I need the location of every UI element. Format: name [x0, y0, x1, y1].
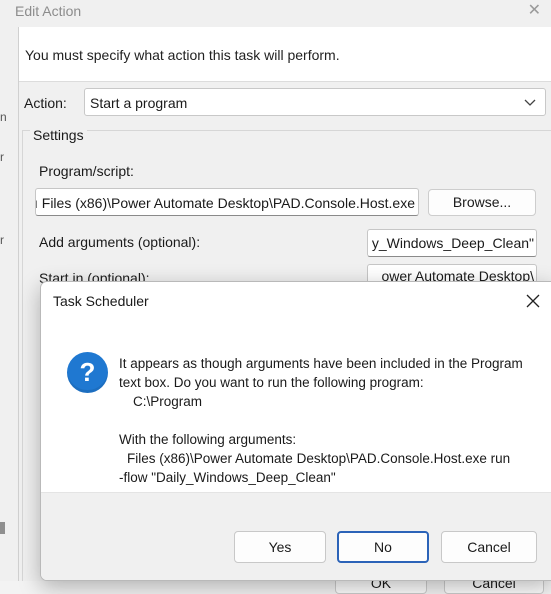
message-line [119, 411, 523, 430]
chevron-down-icon [523, 92, 537, 113]
task-scheduler-dialog: Task Scheduler ? It appears as though ar… [40, 281, 551, 581]
left-edge-strip [0, 522, 5, 534]
edit-action-title: Edit Action [15, 3, 82, 19]
arguments-value: y_Windows_Deep_Clean" [371, 235, 534, 251]
settings-label: Settings [30, 127, 87, 143]
arguments-label: Add arguments (optional): [39, 234, 201, 250]
message-program-path: C:\Program [133, 394, 203, 409]
message-arguments: Files (x86)\Power Automate Desktop\PAD.C… [127, 451, 511, 466]
cancel-button[interactable]: Cancel [441, 531, 537, 563]
action-select[interactable]: Start a program [84, 88, 546, 116]
no-button[interactable]: No [337, 531, 429, 563]
browse-button[interactable]: Browse... [428, 189, 536, 216]
left-edge-mark: r [0, 233, 4, 247]
message-arguments-flow: -flow "Daily_Windows_Deep_Clean" [119, 470, 336, 485]
yes-button[interactable]: Yes [234, 531, 326, 563]
arguments-input[interactable]: y_Windows_Deep_Clean" [367, 229, 537, 257]
left-edge-mark: r [0, 150, 4, 164]
close-icon[interactable]: ✕ [528, 0, 541, 20]
message-line: It appears as though arguments have been… [119, 356, 523, 371]
close-icon[interactable] [524, 288, 542, 316]
message-line: text box. Do you want to run the followi… [119, 375, 424, 390]
action-select-value: Start a program [90, 95, 188, 111]
action-label: Action: [24, 95, 67, 111]
program-script-input[interactable]: ı Files (x86)\Power Automate Desktop\PAD… [35, 188, 419, 216]
dialog-title: Task Scheduler [53, 293, 149, 309]
question-icon: ? [67, 352, 108, 393]
dialog-message: It appears as though arguments have been… [119, 354, 523, 487]
message-line: With the following arguments: [119, 432, 297, 447]
left-edge-mark: n [0, 110, 7, 124]
instruction-banner: You must specify what action this task w… [19, 27, 551, 82]
instruction-text: You must specify what action this task w… [25, 47, 340, 63]
program-script-value: ı Files (x86)\Power Automate Desktop\PAD… [35, 195, 415, 211]
program-script-label: Program/script: [39, 163, 134, 179]
